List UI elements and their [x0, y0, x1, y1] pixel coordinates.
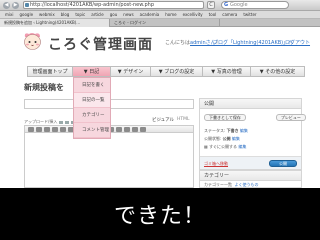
greeting-prefix: こんにちは	[165, 40, 191, 46]
bookmark-item[interactable]: webmix	[39, 12, 55, 17]
bookmark-item[interactable]: twitter	[243, 12, 256, 17]
kitchen-sink-icon[interactable]	[140, 126, 146, 132]
tab-bar: 新規投稿を追加 ‹ Lightning(4201AKB)… ころぐ - ログイン	[0, 19, 320, 27]
schedule-line: ▦ すぐに公開する 編集	[204, 144, 246, 150]
mascot-logo-icon	[24, 33, 41, 50]
bold-icon[interactable]	[28, 126, 34, 132]
bookmark-item[interactable]: tool	[209, 12, 217, 17]
dropdown-diary-list[interactable]: 日記の一覧	[74, 93, 110, 108]
category-box-title[interactable]: カテゴリー	[200, 171, 301, 181]
menu-admin-top[interactable]: 管理画面トップ	[27, 66, 73, 77]
site-header: ころぐ管理画面 こんにちはadminさん！ ブログ「Lightning(4201…	[0, 28, 320, 62]
category-tabs: カテゴリー一覧 よく使うもの	[204, 182, 259, 188]
menu-photos[interactable]: ▼ 写真の管理	[203, 66, 251, 77]
italic-icon[interactable]	[36, 126, 42, 132]
admin-page: ころぐ管理画面 こんにちはadminさん！ ブログ「Lightning(4201…	[0, 28, 320, 188]
page-title: 新規投稿を	[24, 83, 64, 92]
category-tab-popular[interactable]: よく使うもの	[235, 182, 259, 187]
bookmark-item[interactable]: google	[20, 12, 34, 17]
publish-box: 公開 下書きとして保存 プレビュー ステータス: 下書き 編集 公開状態: 公開…	[199, 98, 306, 170]
preview-button[interactable]: プレビュー	[275, 114, 306, 121]
status-value: 下書き	[226, 128, 239, 133]
bookmark-item[interactable]: camera	[222, 12, 237, 17]
video-icon[interactable]	[65, 120, 70, 124]
url-bar[interactable]: http://localhost/4201AKB/wp-admin/post-n…	[23, 1, 204, 9]
more-icon[interactable]	[116, 126, 122, 132]
browser-window: ◀ ▶ http://localhost/4201AKB/wp-admin/po…	[0, 0, 320, 188]
save-draft-button[interactable]: 下書きとして保存	[204, 114, 246, 121]
bookmark-item[interactable]: home	[165, 12, 176, 17]
dropdown-write-diary[interactable]: 日記を書く	[74, 78, 110, 93]
tab-visual[interactable]: ビジュアル	[150, 117, 176, 123]
tab-html[interactable]: HTML	[177, 117, 190, 122]
schedule-edit-link[interactable]: 編集	[238, 144, 246, 149]
status-edit-link[interactable]: 編集	[240, 128, 248, 133]
upload-label: アップロード/挿入	[24, 119, 58, 124]
post-content-editor[interactable]	[24, 133, 194, 188]
diary-dropdown-menu: 日記を書く 日記の一覧 カテゴリー コメント管理	[73, 77, 111, 139]
reload-button[interactable]: C	[207, 1, 215, 9]
bookmark-item[interactable]: article	[91, 12, 104, 17]
publish-button[interactable]: 公開	[269, 160, 297, 167]
nav-buttons: ◀ ▶	[3, 1, 19, 9]
forward-icon[interactable]: ▶	[12, 1, 19, 9]
slide-caption: できた！	[113, 204, 206, 229]
menu-blog-settings[interactable]: ▼ ブログの設定	[151, 66, 203, 77]
image-icon[interactable]	[59, 120, 64, 124]
browser-toolbar: ◀ ▶ http://localhost/4201AKB/wp-admin/po…	[0, 0, 320, 11]
visibility-line: 公開状態: 公開 編集	[204, 136, 240, 142]
strikethrough-icon[interactable]	[44, 126, 50, 132]
fullscreen-icon[interactable]	[132, 126, 138, 132]
schedule-label: すぐに公開する	[209, 144, 238, 149]
bookmark-item[interactable]: gou	[110, 12, 118, 17]
menu-diary[interactable]: ▼ 日記	[73, 66, 111, 77]
status-line: ステータス: 下書き 編集	[204, 128, 248, 134]
admin-menubar: 管理画面トップ ▼ 日記 ▼ デザイン ▼ ブログの設定 ▼ 写真の管理 ▼ そ…	[27, 66, 305, 77]
publish-box-title[interactable]: 公開	[200, 99, 301, 109]
dropdown-category[interactable]: カテゴリー	[74, 108, 110, 123]
view-blog-link[interactable]: ブログ「Lightning(4201AKB)」へ	[213, 39, 293, 46]
logout-link[interactable]: ログアウト	[285, 39, 310, 46]
tab-login[interactable]: ころぐ - ログイン	[110, 19, 220, 27]
trash-link[interactable]: ゴミ箱へ移動	[204, 161, 228, 167]
bookmark-item[interactable]: topic	[75, 12, 85, 17]
number-list-icon[interactable]	[60, 126, 66, 132]
site-logo-text[interactable]: ころぐ管理画面	[48, 34, 153, 54]
tab-new-post[interactable]: 新規投稿を追加 ‹ Lightning(4201AKB)…	[0, 19, 110, 27]
visibility-label: 公開状態:	[204, 136, 223, 141]
category-tab-all[interactable]: カテゴリー一覧	[204, 182, 232, 187]
bookmark-item[interactable]: news	[123, 12, 133, 17]
bookmark-item[interactable]: excellivity	[183, 12, 203, 17]
back-icon[interactable]: ◀	[3, 1, 10, 9]
bookmark-item[interactable]: mixi	[5, 12, 14, 17]
dropdown-comments[interactable]: コメント管理	[74, 123, 110, 138]
visibility-edit-link[interactable]: 編集	[232, 136, 240, 141]
user-link[interactable]: adminさん	[190, 40, 216, 46]
status-label: ステータス:	[204, 128, 227, 133]
bookmark-item[interactable]: blog	[61, 12, 70, 17]
publish-footer: ゴミ箱へ移動 公開	[200, 156, 301, 169]
search-input[interactable]: Google	[221, 1, 289, 9]
visibility-value: 公開	[222, 136, 231, 141]
menu-design[interactable]: ▼ デザイン	[111, 66, 151, 77]
bookmarks-bar: mixi google webmix blog topic article go…	[0, 11, 320, 19]
bookmark-item[interactable]: academia	[140, 12, 160, 17]
category-box: カテゴリー カテゴリー一覧 よく使うもの	[199, 170, 302, 188]
menu-other-settings[interactable]: ▼ その他の設定	[251, 66, 305, 77]
spellcheck-icon[interactable]	[124, 126, 130, 132]
publish-actions: 下書きとして保存 プレビュー	[204, 114, 306, 121]
bullet-list-icon[interactable]	[52, 126, 58, 132]
